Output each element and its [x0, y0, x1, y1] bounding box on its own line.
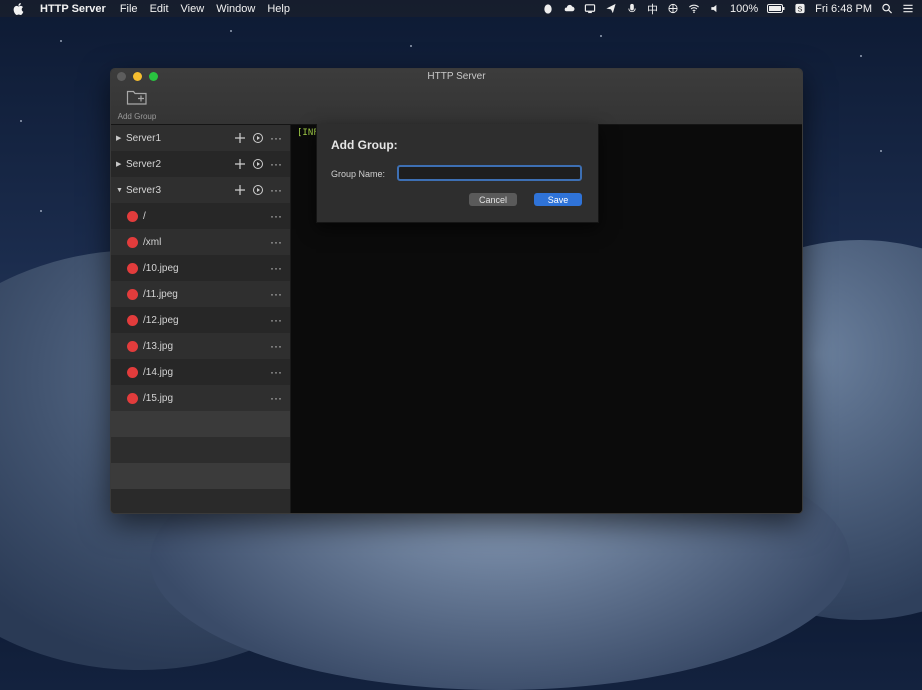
- route-row[interactable]: /14.jpg ···: [111, 359, 290, 385]
- save-button[interactable]: Save: [534, 193, 582, 206]
- route-path: /15.jpg: [143, 392, 174, 404]
- more-options-icon[interactable]: ···: [270, 235, 282, 249]
- group-name-input[interactable]: [397, 165, 582, 181]
- route-row[interactable]: /11.jpeg ···: [111, 281, 290, 307]
- empty-row: [111, 411, 290, 437]
- menu-bar: HTTP Server File Edit View Window Help 中…: [0, 0, 922, 17]
- menubar-clock[interactable]: Fri 6:48 PM: [815, 3, 872, 15]
- route-status-dot: [127, 314, 138, 326]
- network-icon[interactable]: [667, 3, 679, 14]
- more-options-icon[interactable]: ···: [270, 287, 282, 301]
- route-status-dot: [127, 288, 138, 300]
- apple-menu-icon[interactable]: [13, 2, 27, 15]
- route-path: /13.jpg: [143, 340, 174, 352]
- more-options-icon[interactable]: ···: [270, 131, 282, 145]
- menu-edit[interactable]: Edit: [150, 3, 169, 15]
- server-name: Server1: [126, 132, 162, 144]
- route-path: /12.jpeg: [143, 314, 179, 326]
- more-options-icon[interactable]: ···: [270, 339, 282, 353]
- dialog-title: Add Group:: [331, 138, 398, 152]
- add-group-toolbar-button[interactable]: Add Group: [116, 88, 158, 121]
- route-path: /xml: [143, 236, 162, 248]
- route-status-dot: [127, 366, 138, 378]
- more-options-icon[interactable]: ···: [270, 313, 282, 327]
- route-status-dot: [127, 262, 138, 274]
- empty-row: [111, 437, 290, 463]
- route-path: /11.jpeg: [143, 288, 178, 300]
- svg-text:S: S: [798, 4, 803, 13]
- route-row[interactable]: /10.jpeg ···: [111, 255, 290, 281]
- disclosure-triangle-icon[interactable]: ▶: [116, 134, 122, 142]
- app-s-icon[interactable]: S: [794, 3, 806, 14]
- route-path: /10.jpeg: [143, 262, 179, 274]
- search-icon[interactable]: [881, 3, 893, 14]
- cancel-button[interactable]: Cancel: [469, 193, 517, 206]
- route-row[interactable]: / ···: [111, 203, 290, 229]
- monitor-icon[interactable]: [584, 3, 596, 14]
- start-server-icon[interactable]: [252, 158, 264, 170]
- menu-view[interactable]: View: [181, 3, 205, 15]
- penguin-icon[interactable]: [542, 3, 554, 14]
- window-title: HTTP Server: [427, 71, 486, 82]
- battery-percentage: 100%: [730, 2, 759, 15]
- wifi-icon[interactable]: [688, 3, 700, 14]
- add-route-icon[interactable]: [234, 158, 246, 170]
- server-name: Server3: [126, 184, 162, 196]
- more-options-icon[interactable]: ···: [270, 261, 282, 275]
- more-options-icon[interactable]: ···: [270, 157, 282, 171]
- title-bar: HTTP Server Add Group: [111, 69, 802, 125]
- cloud-icon[interactable]: [563, 3, 575, 14]
- route-status-dot: [127, 340, 138, 352]
- route-status-dot: [127, 210, 138, 222]
- server-name: Server2: [126, 158, 162, 170]
- more-options-icon[interactable]: ···: [270, 183, 282, 197]
- empty-row: [111, 463, 290, 489]
- start-server-icon[interactable]: [252, 184, 264, 196]
- server-row[interactable]: ▶ Server1 ···: [111, 125, 290, 151]
- disclosure-triangle-icon[interactable]: ▼: [116, 187, 123, 194]
- more-options-icon[interactable]: ···: [270, 365, 282, 379]
- add-group-label: Add Group: [117, 112, 157, 121]
- route-row[interactable]: /13.jpg ···: [111, 333, 290, 359]
- folder-plus-icon: [126, 90, 148, 110]
- add-route-icon[interactable]: [234, 132, 246, 144]
- route-path: /14.jpg: [143, 366, 174, 378]
- route-row[interactable]: /xml ···: [111, 229, 290, 255]
- route-status-dot: [127, 392, 138, 404]
- menu-file[interactable]: File: [120, 3, 138, 15]
- server-row[interactable]: ▶ Server2 ···: [111, 151, 290, 177]
- group-name-label: Group Name:: [331, 169, 386, 179]
- menu-app-name[interactable]: HTTP Server: [40, 3, 106, 15]
- more-options-icon[interactable]: ···: [270, 209, 282, 223]
- route-row[interactable]: /15.jpg ···: [111, 385, 290, 411]
- add-group-dialog: Add Group: Group Name: Cancel Save: [316, 124, 599, 223]
- more-options-icon[interactable]: ···: [270, 391, 282, 405]
- disclosure-triangle-icon[interactable]: ▶: [116, 160, 122, 168]
- route-path: /: [143, 210, 146, 222]
- volume-icon[interactable]: [709, 3, 721, 14]
- route-status-dot: [127, 236, 138, 248]
- notification-center-icon[interactable]: [902, 3, 914, 14]
- menu-window[interactable]: Window: [216, 3, 255, 15]
- microphone-icon[interactable]: [626, 3, 638, 14]
- route-row[interactable]: /12.jpeg ···: [111, 307, 290, 333]
- add-route-icon[interactable]: [234, 184, 246, 196]
- sidebar: ▶ Server1 ··· ▶ Server2 ··· ▼ Server3 ··…: [111, 125, 291, 513]
- battery-icon[interactable]: [767, 3, 785, 14]
- menu-help[interactable]: Help: [267, 3, 290, 15]
- input-method-indicator[interactable]: 中: [647, 1, 658, 17]
- server-row[interactable]: ▼ Server3 ···: [111, 177, 290, 203]
- send-icon[interactable]: [605, 3, 617, 14]
- start-server-icon[interactable]: [252, 132, 264, 144]
